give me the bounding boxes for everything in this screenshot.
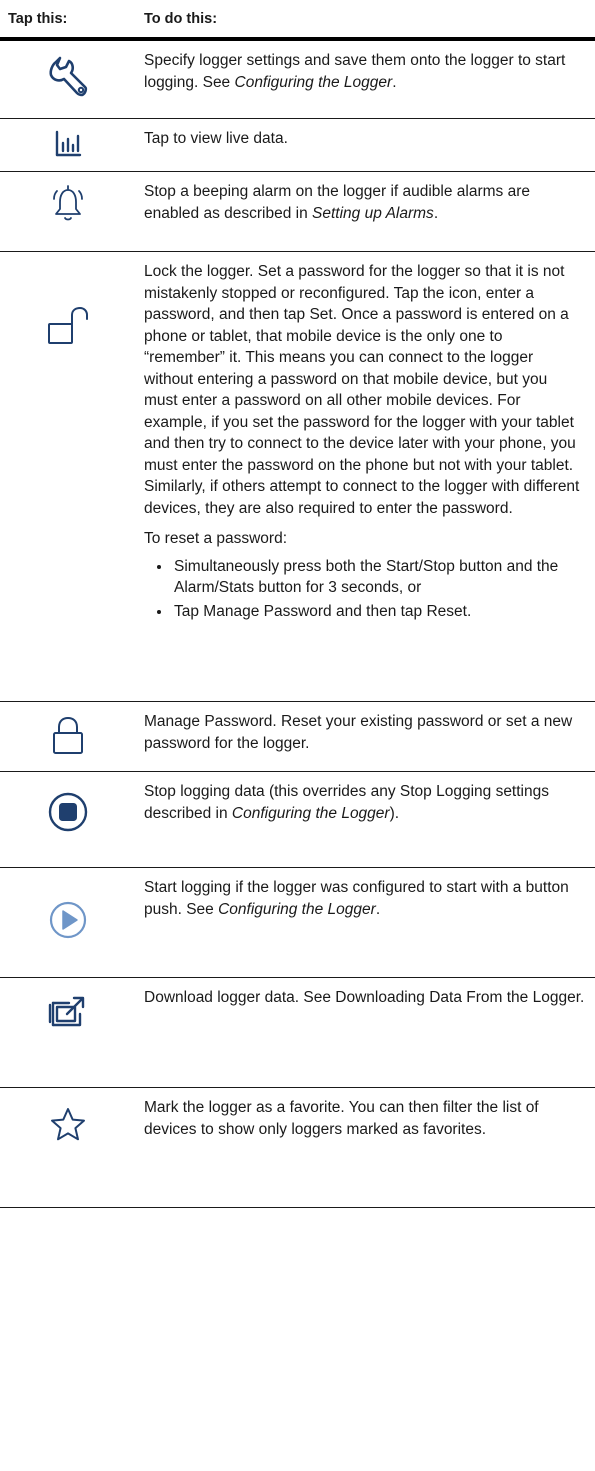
header-to-do-this: To do this:: [144, 11, 218, 27]
header-tap-this: Tap this:: [8, 11, 68, 27]
link-configuring-logger[interactable]: Configuring the Logger: [232, 805, 390, 822]
stop-icon: [48, 792, 88, 832]
play-icon: [49, 901, 87, 939]
unlock-icon: [48, 307, 88, 344]
reset-password-steps: Simultaneously press both the Start/Stop…: [144, 556, 585, 623]
table-header: Tap this: To do this:: [0, 0, 595, 41]
table-row: Tap to view live data.: [0, 119, 595, 172]
download-icon: [48, 996, 85, 1027]
commands-table: Tap this: To do this: Specify logger set…: [0, 0, 595, 1208]
star-icon: [51, 1108, 85, 1141]
table-row: Stop logging data (this overrides any St…: [0, 772, 595, 868]
table-row: Specify logger settings and save them on…: [0, 41, 595, 119]
table-row: Lock the logger. Set a password for the …: [0, 252, 595, 702]
list-item: Tap Manage Password and then tap Reset.: [172, 601, 585, 623]
link-configuring-logger[interactable]: Configuring the Logger: [235, 74, 393, 91]
table-row: Mark the logger as a favorite. You can t…: [0, 1088, 595, 1208]
link-configuring-logger[interactable]: Configuring the Logger: [218, 901, 376, 918]
bell-alarm-icon: [53, 185, 83, 221]
lock-icon: [53, 717, 83, 754]
wrench-icon: [49, 56, 88, 97]
table-row: Download logger data. See Downloading Da…: [0, 978, 595, 1088]
table-row: Start logging if the logger was configur…: [0, 868, 595, 978]
table-row: Stop a beeping alarm on the logger if au…: [0, 172, 595, 252]
link-setting-up-alarms[interactable]: Setting up Alarms: [312, 205, 434, 222]
bar-chart-icon: [55, 130, 82, 157]
table-row: Manage Password. Reset your existing pas…: [0, 702, 595, 772]
list-item: Simultaneously press both the Start/Stop…: [172, 556, 585, 599]
